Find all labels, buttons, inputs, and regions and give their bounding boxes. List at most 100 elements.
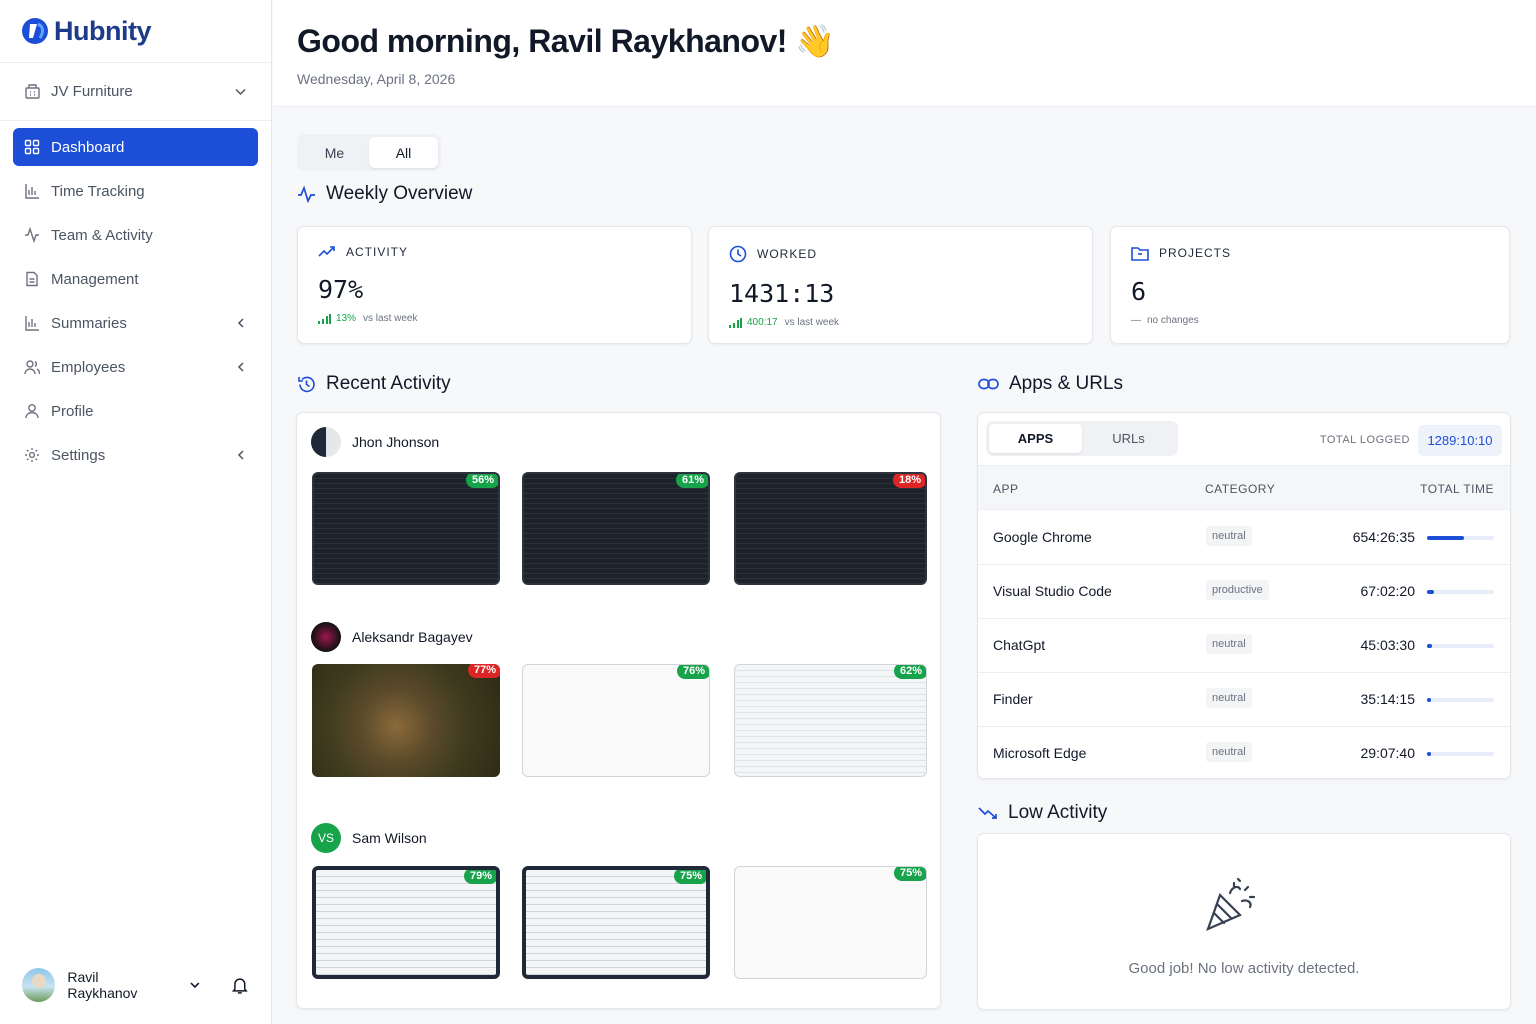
user-icon — [25, 404, 39, 419]
activity-badge: 79% — [463, 870, 496, 884]
nav-label: Profile — [51, 402, 94, 420]
user-name: Ravil Raykhanov — [67, 969, 138, 1001]
category-badge: neutral — [1206, 742, 1252, 762]
time-share-bar — [1427, 644, 1494, 648]
stat-value: 97% — [318, 275, 364, 304]
brand-logo[interactable]: Hubnity — [0, 0, 271, 63]
empty-state-message: Good job! No low activity detected. — [1128, 960, 1360, 977]
main-content: Good morning, Ravil Raykhanov! 👋 Wednesd… — [273, 0, 1536, 1024]
app-name: ChatGpt — [993, 637, 1046, 653]
time-share-fill — [1427, 590, 1434, 594]
main-nav: Dashboard Time Tracking Team & Activity … — [0, 121, 271, 474]
stat-delta: 400:17 — [747, 317, 778, 328]
wave-emoji: 👋 — [795, 23, 835, 59]
time-share-bar — [1427, 590, 1494, 594]
greeting-text: Good morning, Ravil Raykhanov! — [297, 23, 787, 59]
table-row[interactable]: Visual Studio Code productive 67:02:20 — [978, 565, 1510, 619]
person-header[interactable]: VS Sam Wilson — [311, 823, 427, 853]
pulse-icon — [298, 185, 315, 203]
screenshot-thumbnail[interactable]: 75% — [522, 866, 710, 979]
stat-note: vs last week — [363, 313, 418, 324]
worked-stat-card: WORKED 1431:13 400:17 vs last week — [708, 226, 1093, 344]
link-icon — [978, 378, 999, 390]
hubnity-logo-icon — [22, 18, 48, 44]
avatar — [311, 427, 341, 457]
nav-item-settings[interactable]: Settings — [13, 436, 258, 474]
nav-label: Employees — [51, 358, 126, 376]
nav-item-summaries[interactable]: Summaries — [13, 304, 258, 342]
nav-item-management[interactable]: Management — [13, 260, 258, 298]
nav-label: Settings — [51, 446, 106, 464]
tab-apps[interactable]: APPS — [989, 424, 1082, 453]
person-header[interactable]: Jhon Jhonson — [311, 427, 439, 457]
low-activity-card: Good job! No low activity detected. — [977, 833, 1511, 1010]
bell-icon[interactable] — [230, 975, 250, 995]
screenshot-thumbnail[interactable]: 77% — [312, 664, 500, 777]
bar-chart-icon — [25, 316, 39, 331]
current-date: Wednesday, April 8, 2026 — [297, 71, 456, 87]
chevron-left-icon — [237, 318, 244, 328]
nav-label: Team & Activity — [51, 226, 153, 244]
screenshot-thumbnail[interactable]: 76% — [522, 664, 710, 777]
nav-item-dashboard[interactable]: Dashboard — [13, 128, 258, 166]
trending-down-icon — [978, 807, 997, 819]
screenshot-thumbnail[interactable]: 56% — [312, 472, 500, 585]
screenshot-thumbnail[interactable]: 18% — [734, 472, 927, 585]
section-title: Apps & URLs — [1009, 373, 1124, 394]
brand-name: Hubnity — [54, 15, 152, 46]
stat-value: 6 — [1131, 277, 1147, 306]
document-icon — [26, 271, 38, 287]
chevron-left-icon — [237, 362, 244, 372]
app-time: 654:26:35 — [1352, 529, 1415, 545]
table-row[interactable]: Microsoft Edge neutral 29:07:40 — [978, 727, 1510, 778]
signal-up-icon — [729, 317, 742, 328]
time-share-fill — [1427, 752, 1432, 756]
screenshot-thumbnail[interactable]: 79% — [312, 866, 500, 979]
user-menu[interactable]: Ravil Raykhanov — [22, 968, 250, 1002]
section-title: Weekly Overview — [326, 183, 473, 204]
category-badge: productive — [1206, 580, 1269, 600]
time-share-fill — [1427, 644, 1432, 648]
column-header-category: CATEGORY — [1205, 482, 1276, 496]
screenshot-thumbnail[interactable]: 75% — [734, 866, 927, 979]
time-share-bar — [1427, 536, 1494, 540]
scope-me-button[interactable]: Me — [300, 137, 369, 168]
app-time: 35:14:15 — [1360, 691, 1416, 707]
apps-urls-tabs: APPS URLs — [986, 421, 1178, 456]
table-row[interactable]: Finder neutral 35:14:15 — [978, 673, 1510, 727]
page-title: Good morning, Ravil Raykhanov! 👋 — [297, 22, 1512, 60]
nav-item-employees[interactable]: Employees — [13, 348, 258, 386]
chevron-left-icon — [237, 450, 244, 460]
nav-item-time-tracking[interactable]: Time Tracking — [13, 172, 258, 210]
nav-item-team-activity[interactable]: Team & Activity — [13, 216, 258, 254]
app-time: 29:07:40 — [1360, 745, 1416, 761]
scope-all-button[interactable]: All — [369, 137, 438, 168]
nav-item-profile[interactable]: Profile — [13, 392, 258, 430]
tab-urls[interactable]: URLs — [1082, 424, 1175, 453]
time-share-bar — [1427, 752, 1494, 756]
screenshot-thumbnail[interactable]: 62% — [734, 664, 927, 777]
table-row[interactable]: ChatGpt neutral 45:03:30 — [978, 619, 1510, 673]
party-popper-icon — [1206, 877, 1256, 932]
workspace-selector[interactable]: JV Furniture — [0, 63, 271, 121]
weekly-overview-heading: Weekly Overview — [297, 183, 472, 205]
stat-value: 1431:13 — [729, 279, 835, 308]
nav-label: Time Tracking — [51, 182, 145, 200]
table-row[interactable]: Google Chrome neutral 654:26:35 — [978, 511, 1510, 565]
low-activity-heading: Low Activity — [978, 802, 1107, 824]
stat-label: WORKED — [757, 247, 817, 261]
time-share-bar — [1427, 698, 1494, 702]
total-logged-value: 1289:10:10 — [1418, 425, 1502, 456]
history-icon — [298, 376, 315, 392]
page-header: Good morning, Ravil Raykhanov! 👋 Wednesd… — [273, 0, 1536, 107]
scope-toggle: Me All — [297, 134, 441, 171]
projects-stat-card: PROJECTS 6 — no changes — [1110, 226, 1510, 344]
activity-badge: 77% — [467, 664, 500, 678]
screenshot-thumbnail[interactable]: 61% — [522, 472, 710, 585]
activity-badge: 76% — [676, 665, 709, 679]
person-header[interactable]: Aleksandr Bagayev — [311, 622, 473, 652]
person-name: Aleksandr Bagayev — [352, 629, 473, 645]
grid-icon — [24, 139, 40, 155]
activity-icon — [25, 227, 39, 243]
recent-activity-card: Jhon Jhonson 56% 61% 18% Aleksandr Bagay… — [296, 412, 941, 1009]
